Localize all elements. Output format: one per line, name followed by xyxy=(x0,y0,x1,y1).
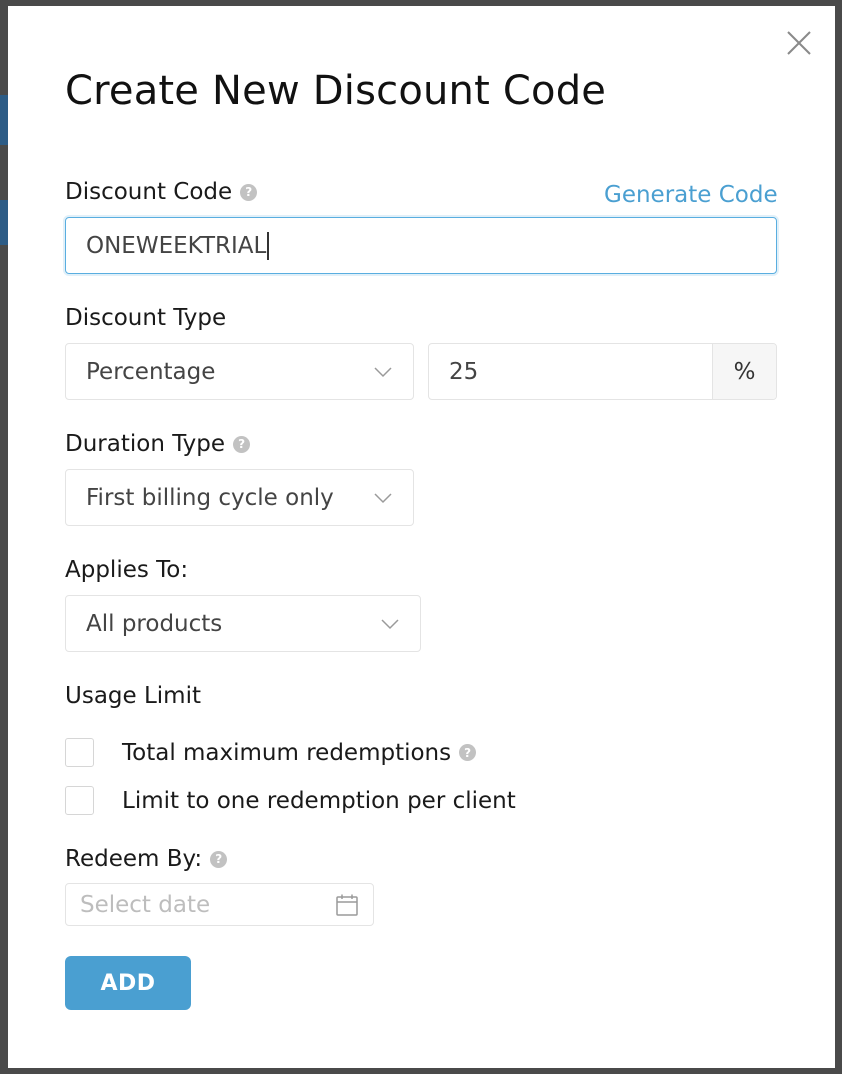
generate-code-link[interactable]: Generate Code xyxy=(604,182,778,208)
discount-code-label: Discount Code ? xyxy=(65,179,258,205)
discount-type-selected: Percentage xyxy=(86,358,216,385)
redeem-by-label-text: Redeem By: xyxy=(65,846,203,872)
discount-amount-value: 25 xyxy=(449,358,479,385)
applies-to-select[interactable]: All products xyxy=(65,595,421,652)
percent-suffix: % xyxy=(712,344,776,399)
duration-type-select[interactable]: First billing cycle only xyxy=(65,469,414,526)
one-redemption-per-client-option[interactable]: Limit to one redemption per client xyxy=(65,786,516,815)
discount-code-input[interactable]: ONEWEEKTRIAL xyxy=(65,217,777,274)
one-redemption-per-client-checkbox[interactable] xyxy=(65,786,94,815)
discount-type-select[interactable]: Percentage xyxy=(65,343,414,400)
chevron-down-icon xyxy=(374,366,392,377)
applies-to-label: Applies To: xyxy=(65,557,188,583)
applies-to-selected: All products xyxy=(86,610,223,637)
discount-code-label-text: Discount Code xyxy=(65,179,233,205)
text-caret xyxy=(267,231,270,260)
background-page-fragment xyxy=(0,95,8,145)
calendar-icon xyxy=(336,894,358,916)
redeem-by-label: Redeem By: ? xyxy=(65,846,228,872)
redeem-by-date-input[interactable]: Select date xyxy=(65,883,374,926)
discount-amount-input[interactable]: 25 xyxy=(429,344,712,399)
add-button[interactable]: ADD xyxy=(65,956,191,1010)
duration-type-label: Duration Type ? xyxy=(65,431,251,457)
duration-type-label-text: Duration Type xyxy=(65,431,226,457)
discount-code-dialog: Create New Discount Code Discount Code ?… xyxy=(8,6,835,1068)
chevron-down-icon xyxy=(374,492,392,503)
one-redemption-per-client-label: Limit to one redemption per client xyxy=(122,787,516,814)
total-max-redemptions-label: Total maximum redemptions xyxy=(122,739,452,766)
redeem-by-placeholder: Select date xyxy=(80,891,211,918)
usage-limit-label: Usage Limit xyxy=(65,683,201,709)
usage-limit-label-text: Usage Limit xyxy=(65,683,201,709)
discount-amount-group: 25 % xyxy=(428,343,777,400)
applies-to-label-text: Applies To: xyxy=(65,557,189,583)
close-button[interactable] xyxy=(784,28,814,58)
total-max-redemptions-checkbox[interactable] xyxy=(65,738,94,767)
help-icon[interactable]: ? xyxy=(459,744,477,761)
discount-code-value: ONEWEEKTRIAL xyxy=(86,232,267,259)
close-icon xyxy=(787,31,811,55)
help-icon[interactable]: ? xyxy=(240,183,258,201)
duration-type-selected: First billing cycle only xyxy=(86,484,334,511)
discount-type-label-text: Discount Type xyxy=(65,305,227,331)
dialog-title: Create New Discount Code xyxy=(65,68,607,114)
background-page-fragment xyxy=(0,200,8,245)
help-icon[interactable]: ? xyxy=(210,850,228,868)
discount-type-label: Discount Type xyxy=(65,305,226,331)
total-max-redemptions-option[interactable]: Total maximum redemptions ? xyxy=(65,738,477,767)
help-icon[interactable]: ? xyxy=(233,435,251,453)
chevron-down-icon xyxy=(381,618,399,629)
